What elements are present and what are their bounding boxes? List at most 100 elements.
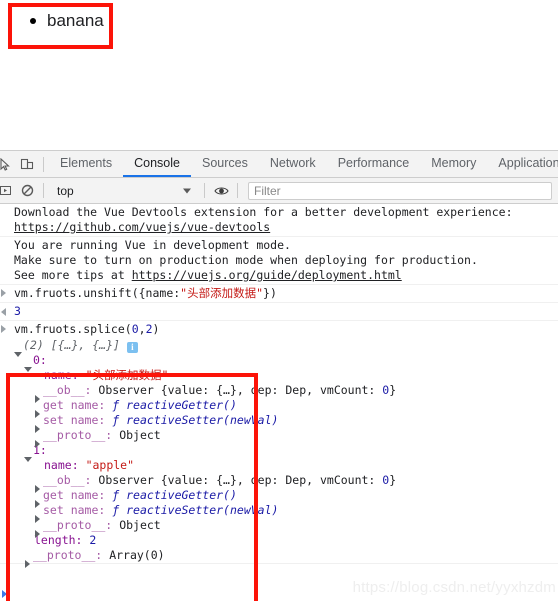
array-header-text: (2) [{…}, {…}]	[23, 338, 120, 352]
filterbar-divider-2	[204, 183, 205, 198]
input-arrow-icon	[1, 289, 9, 298]
device-toggle-icon[interactable]	[16, 153, 38, 175]
entry-index: 0:	[33, 353, 47, 367]
tab-network[interactable]: Network	[259, 152, 327, 177]
property-row-name: name: "头部添加数据"	[0, 368, 558, 383]
property-key: set name:	[43, 503, 106, 517]
vue-deployment-link[interactable]: https://vuejs.org/guide/deployment.html	[132, 268, 402, 282]
property-key: __proto__:	[43, 428, 113, 442]
execute-arrow-icon[interactable]	[0, 180, 16, 202]
property-row-proto[interactable]: __proto__: Object	[0, 428, 558, 448]
console-result-3: 3	[0, 303, 558, 321]
command-tail: })	[263, 286, 277, 300]
property-key: get name:	[43, 488, 106, 502]
array-header-row[interactable]: (2) [{…}, {…}] i	[0, 338, 558, 357]
command-string: "头部添加数据"	[180, 286, 264, 300]
vue-devtools-link[interactable]: https://github.com/vuejs/vue-devtools	[14, 220, 270, 234]
property-row-length: length: 2	[0, 533, 558, 548]
property-row-array-proto[interactable]: __proto__: Array(0)	[0, 548, 558, 568]
command-text: vm.fruots.splice(	[14, 322, 132, 336]
function-glyph: ƒ	[112, 413, 120, 427]
filterbar-divider-3	[237, 183, 238, 198]
property-key: length:	[34, 533, 83, 547]
tab-sources[interactable]: Sources	[191, 152, 259, 177]
inspect-cursor-icon[interactable]	[0, 153, 16, 175]
console-command-splice[interactable]: vm.fruots.splice(0,2)	[0, 321, 558, 338]
tab-performance[interactable]: Performance	[327, 152, 421, 177]
function-glyph: ƒ	[112, 488, 120, 502]
info-icon[interactable]: i	[126, 342, 138, 353]
tab-console[interactable]: Console	[123, 152, 191, 177]
console-context-value: top	[57, 183, 74, 198]
property-key: __proto__:	[33, 548, 103, 562]
property-value: "apple"	[85, 458, 135, 472]
console-context-select[interactable]: top	[49, 181, 199, 200]
tab-application[interactable]: Application	[487, 152, 558, 177]
function-glyph: ƒ	[112, 503, 120, 517]
message-line: You are running Vue in development mode.	[14, 238, 291, 252]
property-key: __ob__:	[43, 473, 92, 487]
property-value: 2	[89, 533, 97, 547]
property-value-a: Observer {value: {…},	[98, 473, 251, 487]
filter-placeholder: Filter	[254, 183, 281, 198]
fruit-list: banana	[30, 11, 104, 31]
property-row-getter[interactable]: get name: ƒ reactiveGetter()	[0, 398, 558, 418]
property-value-close: }	[389, 383, 397, 397]
input-arrow-icon	[1, 325, 9, 334]
command-comma: ,	[138, 322, 146, 336]
screenshot-root: banana Elements Console Sources Network	[0, 0, 558, 601]
property-row-proto[interactable]: __proto__: Object	[0, 518, 558, 538]
output-arrow-icon	[1, 307, 9, 316]
toolbar-divider	[43, 156, 44, 172]
property-row-getter[interactable]: get name: ƒ reactiveGetter()	[0, 488, 558, 508]
devtools-panel: Elements Console Sources Network Perform…	[0, 150, 558, 601]
property-value: "头部添加数据"	[85, 368, 169, 382]
property-key: set name:	[43, 413, 106, 427]
prompt-arrow-icon	[2, 590, 7, 598]
command-arg-start: 0	[131, 322, 139, 336]
property-key: name:	[44, 458, 79, 472]
tab-memory[interactable]: Memory	[420, 152, 487, 177]
property-value: reactiveSetter(newVal)	[126, 503, 279, 517]
property-value-a: Observer {value: {…},	[98, 383, 251, 397]
property-row-name: name: "apple"	[0, 458, 558, 473]
browser-page-area: banana	[0, 0, 558, 150]
function-glyph: ƒ	[112, 398, 120, 412]
property-value: Array(0)	[109, 548, 165, 562]
console-result-array: (2) [{…}, {…}] i 0: name: "头部添加数据" __ob_…	[0, 338, 558, 568]
property-value: reactiveSetter(newVal)	[126, 413, 279, 427]
message-line: Download the Vue Devtools extension for …	[14, 205, 513, 219]
property-key: __proto__:	[43, 518, 113, 532]
property-value: Object	[119, 428, 161, 442]
chevron-down-icon	[183, 188, 191, 193]
command-arg-count: 2	[145, 322, 153, 336]
message-line-prefix: See more tips at	[14, 268, 132, 282]
array-entry-row[interactable]: 1:	[0, 443, 558, 462]
property-key: get name:	[43, 398, 106, 412]
watermark: https://blog.csdn.net/yyxhzdm	[352, 579, 556, 596]
list-item: banana	[30, 11, 104, 31]
array-entry-row[interactable]: 0:	[0, 353, 558, 372]
property-row-setter[interactable]: set name: ƒ reactiveSetter(newVal)	[0, 413, 558, 433]
property-row-ob[interactable]: __ob__: Observer {value: {…}, dep: Dep, …	[0, 473, 558, 493]
property-row-ob[interactable]: __ob__: Observer {value: {…}, dep: Dep, …	[0, 383, 558, 403]
property-key: __ob__:	[43, 383, 92, 397]
console-command-unshift[interactable]: vm.fruots.unshift({name:"头部添加数据"})	[0, 285, 558, 303]
eye-icon[interactable]	[210, 180, 232, 202]
console-output[interactable]: Download the Vue Devtools extension for …	[0, 204, 558, 601]
command-tail: )	[152, 322, 160, 336]
console-message-dev-mode: You are running Vue in development mode.…	[0, 237, 558, 285]
property-value: reactiveGetter()	[126, 488, 237, 502]
property-value: Object	[119, 518, 161, 532]
property-key: name:	[44, 368, 79, 382]
tab-elements[interactable]: Elements	[49, 152, 123, 177]
property-row-setter[interactable]: set name: ƒ reactiveSetter(newVal)	[0, 503, 558, 523]
filter-input[interactable]: Filter	[248, 181, 552, 200]
clear-console-icon[interactable]	[16, 180, 38, 202]
result-value: 3	[14, 304, 21, 318]
property-value-close: }	[389, 473, 397, 487]
message-line: Make sure to turn on production mode whe…	[14, 253, 478, 267]
devtools-tabstrip: Elements Console Sources Network Perform…	[0, 151, 558, 178]
property-value: reactiveGetter()	[126, 398, 237, 412]
console-message-vue-devtools: Download the Vue Devtools extension for …	[0, 204, 558, 237]
